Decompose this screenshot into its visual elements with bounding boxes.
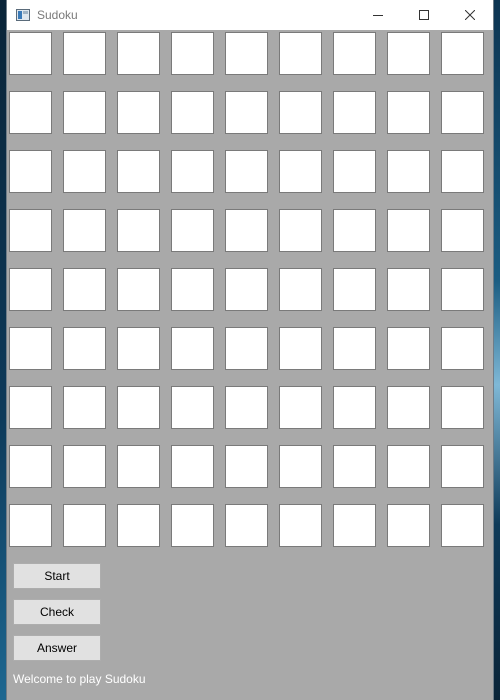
sudoku-cell-r6-c9[interactable] xyxy=(441,327,484,370)
sudoku-cell-r4-c9[interactable] xyxy=(441,209,484,252)
sudoku-cell-r4-c3[interactable] xyxy=(117,209,160,252)
sudoku-cell-r5-c3[interactable] xyxy=(117,268,160,311)
sudoku-cell-r8-c1[interactable] xyxy=(9,445,52,488)
maximize-button[interactable] xyxy=(401,0,447,30)
sudoku-cell-r7-c7[interactable] xyxy=(333,386,376,429)
sudoku-cell-r2-c4[interactable] xyxy=(171,91,214,134)
sudoku-cell-r1-c3[interactable] xyxy=(117,32,160,75)
sudoku-cell-r9-c9[interactable] xyxy=(441,504,484,547)
window-title: Sudoku xyxy=(37,8,78,22)
minimize-button[interactable] xyxy=(355,0,401,30)
sudoku-cell-r4-c6[interactable] xyxy=(279,209,322,252)
sudoku-cell-r2-c1[interactable] xyxy=(9,91,52,134)
answer-button[interactable]: Answer xyxy=(13,635,101,661)
sudoku-cell-r6-c5[interactable] xyxy=(225,327,268,370)
app-icon xyxy=(16,8,30,21)
sudoku-cell-r2-c6[interactable] xyxy=(279,91,322,134)
sudoku-cell-r5-c8[interactable] xyxy=(387,268,430,311)
sudoku-cell-r2-c7[interactable] xyxy=(333,91,376,134)
sudoku-cell-r8-c4[interactable] xyxy=(171,445,214,488)
sudoku-cell-r8-c8[interactable] xyxy=(387,445,430,488)
sudoku-cell-r9-c6[interactable] xyxy=(279,504,322,547)
sudoku-cell-r9-c7[interactable] xyxy=(333,504,376,547)
status-message: Welcome to play Sudoku xyxy=(13,672,146,686)
sudoku-cell-r1-c1[interactable] xyxy=(9,32,52,75)
sudoku-cell-r5-c6[interactable] xyxy=(279,268,322,311)
start-button[interactable]: Start xyxy=(13,563,101,589)
sudoku-cell-r5-c5[interactable] xyxy=(225,268,268,311)
sudoku-cell-r3-c8[interactable] xyxy=(387,150,430,193)
sudoku-cell-r6-c8[interactable] xyxy=(387,327,430,370)
check-button[interactable]: Check xyxy=(13,599,101,625)
sudoku-cell-r3-c4[interactable] xyxy=(171,150,214,193)
sudoku-cell-r6-c3[interactable] xyxy=(117,327,160,370)
sudoku-cell-r2-c2[interactable] xyxy=(63,91,106,134)
sudoku-cell-r3-c1[interactable] xyxy=(9,150,52,193)
sudoku-cell-r2-c3[interactable] xyxy=(117,91,160,134)
sudoku-cell-r6-c7[interactable] xyxy=(333,327,376,370)
sudoku-cell-r8-c5[interactable] xyxy=(225,445,268,488)
sudoku-cell-r9-c3[interactable] xyxy=(117,504,160,547)
sudoku-cell-r3-c9[interactable] xyxy=(441,150,484,193)
sudoku-cell-r3-c2[interactable] xyxy=(63,150,106,193)
sudoku-cell-r3-c7[interactable] xyxy=(333,150,376,193)
sudoku-cell-r5-c9[interactable] xyxy=(441,268,484,311)
sudoku-cell-r9-c4[interactable] xyxy=(171,504,214,547)
sudoku-cell-r9-c2[interactable] xyxy=(63,504,106,547)
sudoku-cell-r4-c1[interactable] xyxy=(9,209,52,252)
sudoku-window: Sudoku Start Check Answer Welcome to pla… xyxy=(7,0,493,700)
sudoku-cell-r9-c1[interactable] xyxy=(9,504,52,547)
desktop-background xyxy=(493,0,500,700)
sudoku-cell-r1-c5[interactable] xyxy=(225,32,268,75)
sudoku-cell-r1-c6[interactable] xyxy=(279,32,322,75)
sudoku-cell-r3-c6[interactable] xyxy=(279,150,322,193)
sudoku-cell-r4-c7[interactable] xyxy=(333,209,376,252)
sudoku-cell-r2-c8[interactable] xyxy=(387,91,430,134)
sudoku-cell-r8-c9[interactable] xyxy=(441,445,484,488)
sudoku-cell-r1-c2[interactable] xyxy=(63,32,106,75)
sudoku-cell-r7-c3[interactable] xyxy=(117,386,160,429)
sudoku-cell-r3-c5[interactable] xyxy=(225,150,268,193)
sudoku-cell-r1-c4[interactable] xyxy=(171,32,214,75)
sudoku-cell-r7-c4[interactable] xyxy=(171,386,214,429)
sudoku-cell-r6-c1[interactable] xyxy=(9,327,52,370)
sudoku-cell-r9-c8[interactable] xyxy=(387,504,430,547)
sudoku-cell-r8-c6[interactable] xyxy=(279,445,322,488)
sudoku-cell-r1-c8[interactable] xyxy=(387,32,430,75)
sudoku-cell-r2-c5[interactable] xyxy=(225,91,268,134)
sudoku-cell-r1-c7[interactable] xyxy=(333,32,376,75)
sudoku-cell-r2-c9[interactable] xyxy=(441,91,484,134)
sudoku-cell-r4-c2[interactable] xyxy=(63,209,106,252)
title-bar[interactable]: Sudoku xyxy=(7,0,493,30)
sudoku-cell-r6-c2[interactable] xyxy=(63,327,106,370)
sudoku-cell-r6-c4[interactable] xyxy=(171,327,214,370)
sudoku-cell-r4-c5[interactable] xyxy=(225,209,268,252)
sudoku-cell-r5-c1[interactable] xyxy=(9,268,52,311)
close-button[interactable] xyxy=(447,0,493,30)
sudoku-cell-r7-c8[interactable] xyxy=(387,386,430,429)
sudoku-cell-r7-c6[interactable] xyxy=(279,386,322,429)
sudoku-cell-r7-c2[interactable] xyxy=(63,386,106,429)
sudoku-cell-r1-c9[interactable] xyxy=(441,32,484,75)
minimize-icon xyxy=(373,10,383,20)
sudoku-cell-r4-c4[interactable] xyxy=(171,209,214,252)
sudoku-cell-r7-c5[interactable] xyxy=(225,386,268,429)
close-icon xyxy=(465,10,475,20)
sudoku-cell-r5-c4[interactable] xyxy=(171,268,214,311)
maximize-icon xyxy=(419,10,429,20)
sudoku-cell-r7-c9[interactable] xyxy=(441,386,484,429)
sudoku-cell-r7-c1[interactable] xyxy=(9,386,52,429)
sudoku-cell-r3-c3[interactable] xyxy=(117,150,160,193)
sudoku-cell-r9-c5[interactable] xyxy=(225,504,268,547)
sudoku-cell-r5-c2[interactable] xyxy=(63,268,106,311)
sudoku-cell-r4-c8[interactable] xyxy=(387,209,430,252)
sudoku-cell-r6-c6[interactable] xyxy=(279,327,322,370)
sudoku-cell-r5-c7[interactable] xyxy=(333,268,376,311)
sudoku-cell-r8-c2[interactable] xyxy=(63,445,106,488)
sudoku-cell-r8-c3[interactable] xyxy=(117,445,160,488)
sudoku-cell-r8-c7[interactable] xyxy=(333,445,376,488)
